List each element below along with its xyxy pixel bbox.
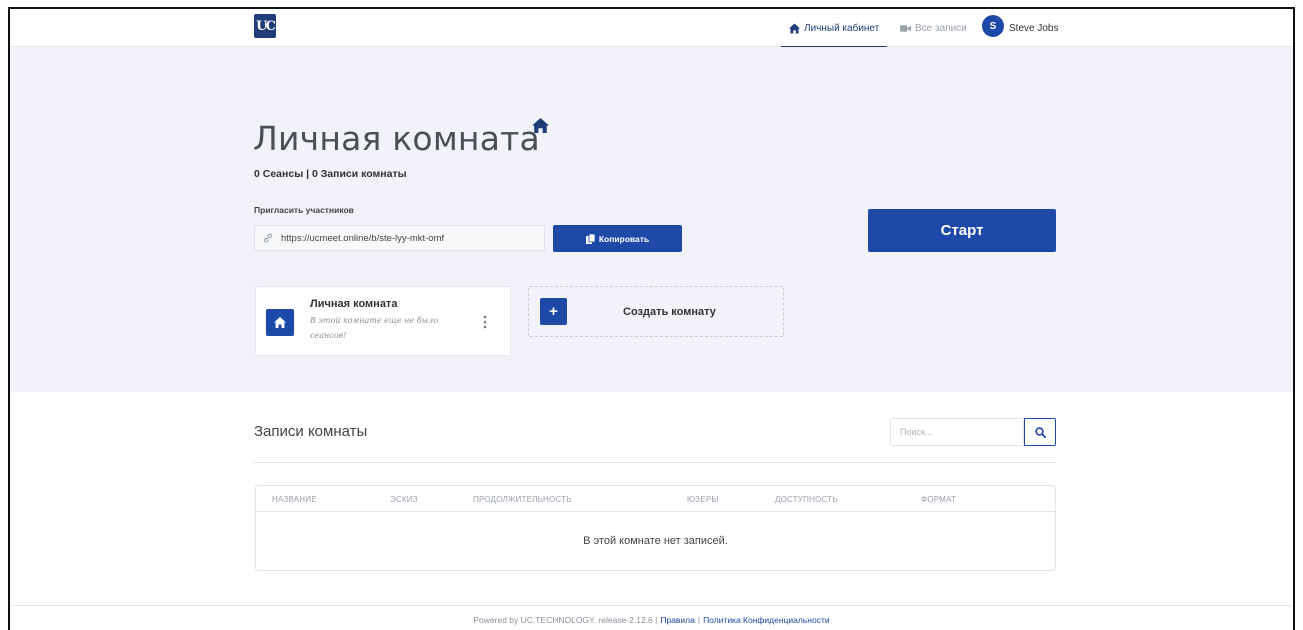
room-card-name: Личная комната xyxy=(310,298,398,310)
nav-personal-cabinet-label: Личный кабинет xyxy=(804,22,880,34)
footer-privacy-link[interactable]: Политика Конфиденциальности xyxy=(703,615,830,625)
video-icon xyxy=(900,24,911,32)
nav-all-recordings[interactable]: Все записи xyxy=(900,9,967,47)
nav-all-recordings-label: Все записи xyxy=(915,22,967,34)
empty-message: В этой комнате нет записей. xyxy=(583,535,728,547)
nav-personal-cabinet[interactable]: Личный кабинет xyxy=(780,9,888,48)
copy-icon xyxy=(585,233,595,244)
room-stats: 0 Сеансы | 0 Записи комнаты xyxy=(254,168,407,180)
table-header: НАЗВАНИЕ ЭСКИЗ ПРОДОЛЖИТЕЛЬНОСТЬ ЮЗЕРЫ Д… xyxy=(256,486,1055,512)
footer-powered: Powered by UC.TECHNOLOGY. release-2.12.6… xyxy=(473,614,658,625)
room-card-subtitle: В этой комнате еще не было сеансов! xyxy=(310,316,439,340)
home-icon xyxy=(274,317,286,328)
search-icon xyxy=(1034,426,1046,438)
room-card[interactable]: Личная комната В этой комнате еще не был… xyxy=(255,286,511,356)
footer: Powered by UC.TECHNOLOGY. release-2.12.6… xyxy=(10,605,1293,630)
search-input[interactable]: Поиск... xyxy=(890,418,1024,446)
app-frame: UC Личный кабинет Все записи S Steve Job… xyxy=(8,7,1295,630)
navbar: UC Личный кабинет Все записи S Steve Job… xyxy=(10,9,1293,48)
user-name[interactable]: Steve Jobs xyxy=(1009,9,1058,47)
link-icon xyxy=(263,233,273,243)
column-header[interactable]: НАЗВАНИЕ xyxy=(272,486,317,512)
logo[interactable]: UC xyxy=(254,14,276,38)
invite-label: Пригласить участников xyxy=(254,205,354,215)
column-header[interactable]: ЮЗЕРЫ xyxy=(687,486,719,512)
column-header[interactable]: ПРОДОЛЖИТЕЛЬНОСТЬ xyxy=(473,486,572,512)
home-icon xyxy=(789,22,800,34)
page-title: Личная комната xyxy=(253,119,540,158)
plus-icon: + xyxy=(540,298,567,325)
column-header: ЭСКИЗ xyxy=(390,494,418,504)
column-header[interactable]: ДОСТУПНОСТЬ xyxy=(775,486,838,512)
column-header[interactable]: ФОРМАТ xyxy=(921,486,956,512)
avatar[interactable]: S xyxy=(982,15,1004,37)
vertical-dots-icon[interactable] xyxy=(483,315,487,329)
room-hero xyxy=(10,47,1293,392)
start-button[interactable]: Старт xyxy=(868,209,1056,252)
recordings-table: НАЗВАНИЕ ЭСКИЗ ПРОДОЛЖИТЕЛЬНОСТЬ ЮЗЕРЫ Д… xyxy=(255,485,1056,571)
recordings-title: Записи комнаты xyxy=(254,423,368,440)
home-icon xyxy=(532,118,549,133)
divider xyxy=(254,462,1056,463)
create-room-label: Создать комнату xyxy=(623,305,716,318)
footer-rules-link[interactable]: Правила xyxy=(660,615,695,625)
create-room-button[interactable]: + Создать комнату xyxy=(528,286,784,337)
invite-url: https://ucmeet.online/b/ste-lyy-mkt-omf xyxy=(281,232,445,244)
footer-separator: | xyxy=(697,614,701,625)
copy-button[interactable]: Копировать xyxy=(553,225,682,252)
room-card-icon-box xyxy=(266,309,294,336)
invite-url-field[interactable]: https://ucmeet.online/b/ste-lyy-mkt-omf xyxy=(254,225,545,251)
search-button[interactable] xyxy=(1024,418,1056,446)
copy-button-label: Копировать xyxy=(598,233,650,244)
